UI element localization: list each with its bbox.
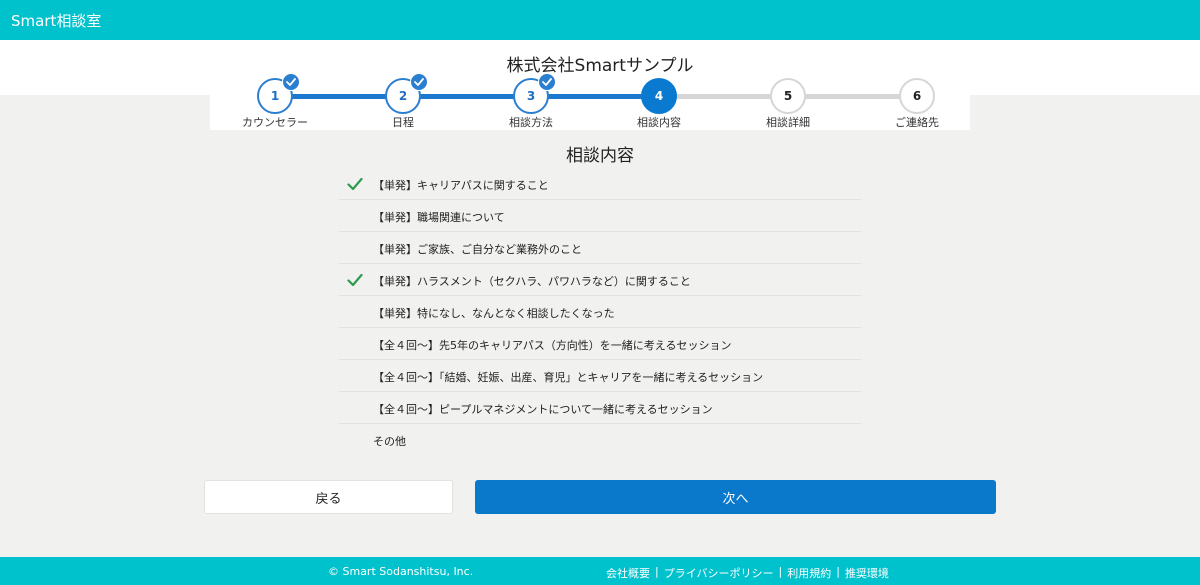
step-3[interactable]: 3: [513, 73, 556, 114]
step-number: 4: [654, 89, 664, 103]
step-4: 4: [641, 78, 677, 114]
footer-link[interactable]: プライバシーポリシー: [664, 565, 774, 581]
footer-separator: |: [655, 565, 659, 578]
option-item[interactable]: 【単発】特になし、なんとなく相談したくなった: [339, 296, 861, 328]
option-item[interactable]: 【全４回〜】「結婚、妊娠、出産、育児」とキャリアを一緒に考えるセッション: [339, 360, 861, 392]
checkmark-icon: [347, 272, 363, 287]
option-label: 【単発】ご家族、ご自分など業務外のこと: [373, 243, 582, 256]
option-label: 【全４回〜】「結婚、妊娠、出産、育児」とキャリアを一緒に考えるセッション: [373, 371, 764, 384]
progress-stepper: 1 カウンセラー 2 日程 3 相談方法 4 相談内容 5 相談詳細 6 ご連絡先: [0, 73, 1200, 130]
brand-logo[interactable]: Smart相談室: [11, 10, 101, 31]
step-label: ご連絡先: [895, 116, 939, 129]
step-label: 相談詳細: [766, 116, 810, 129]
option-item[interactable]: 【単発】ハラスメント（セクハラ、パワハラなど）に関すること: [339, 264, 861, 296]
back-button[interactable]: 戻る: [204, 480, 453, 514]
step-complete-check-icon: [282, 73, 300, 91]
step-label: 相談内容: [637, 116, 681, 129]
step-label: カウンセラー: [242, 116, 308, 129]
step-complete-check-icon: [410, 73, 428, 91]
step-complete-check-icon: [538, 73, 556, 91]
company-name: 株式会社Smartサンプル: [506, 56, 694, 76]
copyright: © Smart Sodanshitsu, Inc.: [328, 565, 474, 578]
step-1[interactable]: 1: [257, 73, 300, 114]
step-number: 6: [912, 89, 922, 103]
step-6: 6: [899, 78, 935, 114]
section-title: 相談内容: [566, 146, 634, 166]
footer-link[interactable]: 推奨環境: [845, 565, 889, 581]
consultation-options: 【単発】キャリアパスに関すること 【単発】職場関連について【単発】ご家族、ご自分な…: [339, 168, 861, 456]
option-item[interactable]: その他: [339, 424, 861, 456]
next-button[interactable]: 次へ: [475, 480, 996, 514]
option-label: 【単発】特になし、なんとなく相談したくなった: [373, 307, 615, 320]
footer-separator: |: [778, 565, 783, 578]
option-item[interactable]: 【単発】キャリアパスに関すること: [339, 168, 861, 200]
step-5: 5: [770, 78, 806, 114]
step-label: 相談方法: [509, 116, 553, 129]
footer: © Smart Sodanshitsu, Inc. 会社概要 | プライバシーポリシ…: [0, 557, 1200, 585]
option-item[interactable]: 【単発】職場関連について: [339, 200, 861, 232]
checkmark-icon: [347, 176, 363, 191]
option-item[interactable]: 【全４回〜】先5年のキャリアパス（方向性）を一緒に考えるセッション: [339, 328, 861, 360]
footer-links: 会社概要 | プライバシーポリシー | 利用規約 | 推奨環境: [606, 565, 889, 581]
option-label: 【全４回〜】先5年のキャリアパス（方向性）を一緒に考えるセッション: [373, 339, 732, 352]
track-done: [275, 94, 659, 99]
option-label: その他: [373, 435, 406, 448]
option-label: 【単発】職場関連について: [373, 211, 505, 224]
option-label: 【単発】ハラスメント（セクハラ、パワハラなど）に関すること: [373, 275, 691, 288]
top-bar: Smart相談室: [0, 0, 1200, 40]
option-item[interactable]: 【全４回〜】ピープルマネジメントについて一緒に考えるセッション: [339, 392, 861, 424]
option-label: 【単発】キャリアパスに関すること: [373, 179, 549, 192]
footer-link[interactable]: 利用規約: [787, 565, 831, 581]
step-2[interactable]: 2: [385, 73, 428, 114]
option-item[interactable]: 【単発】ご家族、ご自分など業務外のこと: [339, 232, 861, 264]
step-number: 5: [783, 89, 793, 103]
footer-link[interactable]: 会社概要: [606, 565, 650, 581]
footer-separator: |: [836, 565, 840, 578]
option-label: 【全４回〜】ピープルマネジメントについて一緒に考えるセッション: [373, 403, 713, 416]
step-label: 日程: [392, 116, 414, 129]
